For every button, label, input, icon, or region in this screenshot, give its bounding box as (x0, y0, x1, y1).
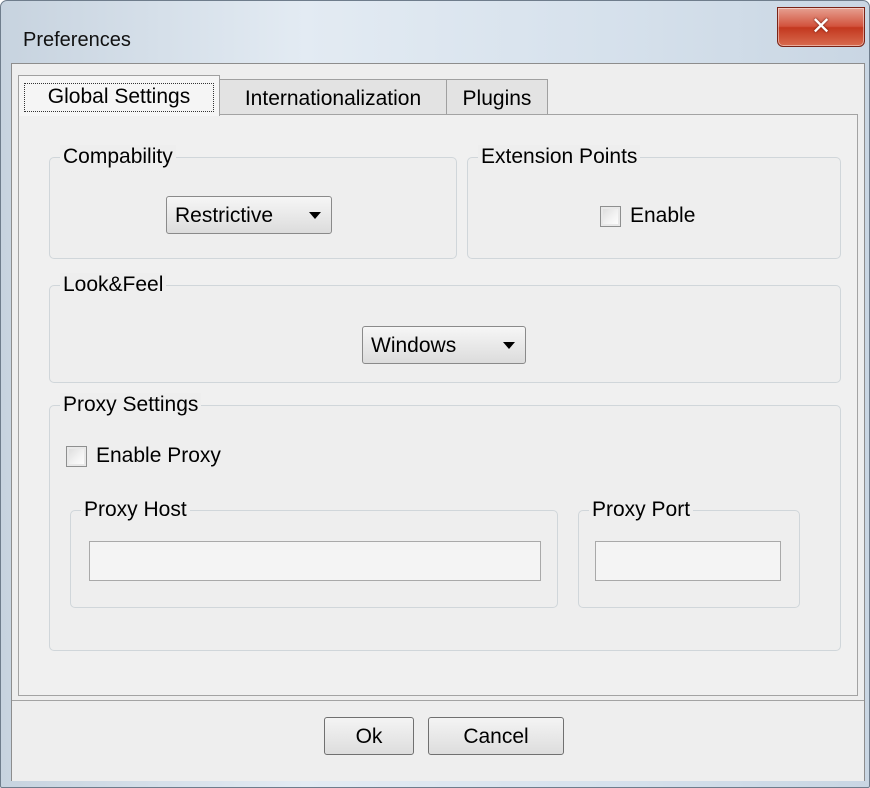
dialog-content: Global Settings Internationalization Plu… (11, 63, 865, 781)
global-settings-panel: Compability Restrictive Extension Points… (18, 114, 858, 696)
chevron-down-icon (503, 342, 515, 349)
look-and-feel-select[interactable]: Windows (362, 326, 526, 364)
proxy-port-input[interactable] (595, 541, 781, 581)
compability-select[interactable]: Restrictive (166, 196, 332, 234)
compability-title: Compability (60, 145, 176, 169)
proxy-settings-title: Proxy Settings (60, 393, 202, 417)
compability-selected-value: Restrictive (175, 204, 274, 227)
checkbox-unchecked-icon (600, 206, 621, 227)
ok-button-label: Ok (355, 725, 383, 748)
proxy-host-title: Proxy Host (81, 498, 190, 522)
tab-plugins[interactable]: Plugins (446, 79, 548, 114)
tab-label: Internationalization (244, 87, 422, 110)
tab-internationalization[interactable]: Internationalization (219, 79, 447, 114)
close-icon: ✕ (810, 12, 832, 40)
window-title: Preferences (23, 29, 131, 51)
compability-group: Compability Restrictive (49, 145, 457, 259)
tab-global-settings[interactable]: Global Settings (18, 75, 220, 116)
cancel-button[interactable]: Cancel (428, 717, 564, 755)
button-bar: Ok Cancel (12, 700, 864, 781)
ok-button[interactable]: Ok (324, 717, 414, 755)
close-button[interactable]: ✕ (777, 7, 865, 47)
proxy-settings-group: Proxy Settings Enable Proxy Proxy Host P… (49, 393, 841, 651)
tab-label: Global Settings (47, 85, 191, 108)
chevron-down-icon (309, 212, 321, 219)
extension-points-enable-label: Enable (630, 204, 696, 227)
extension-points-title: Extension Points (478, 145, 641, 169)
title-bar[interactable]: Preferences ✕ (1, 1, 869, 61)
proxy-port-title: Proxy Port (589, 498, 694, 522)
proxy-host-group: Proxy Host (70, 498, 558, 608)
tab-label: Plugins (462, 87, 532, 110)
extension-points-group: Extension Points Enable (467, 145, 841, 259)
preferences-window: Preferences ✕ Global Settings Internatio… (0, 0, 870, 788)
look-and-feel-title: Look&Feel (60, 273, 167, 297)
checkbox-unchecked-icon (66, 446, 87, 467)
look-and-feel-group: Look&Feel Windows (49, 273, 841, 383)
cancel-button-label: Cancel (463, 725, 529, 748)
look-and-feel-selected-value: Windows (371, 334, 457, 357)
enable-proxy-label: Enable Proxy (96, 444, 221, 467)
proxy-host-input[interactable] (89, 541, 541, 581)
proxy-port-group: Proxy Port (578, 498, 800, 608)
